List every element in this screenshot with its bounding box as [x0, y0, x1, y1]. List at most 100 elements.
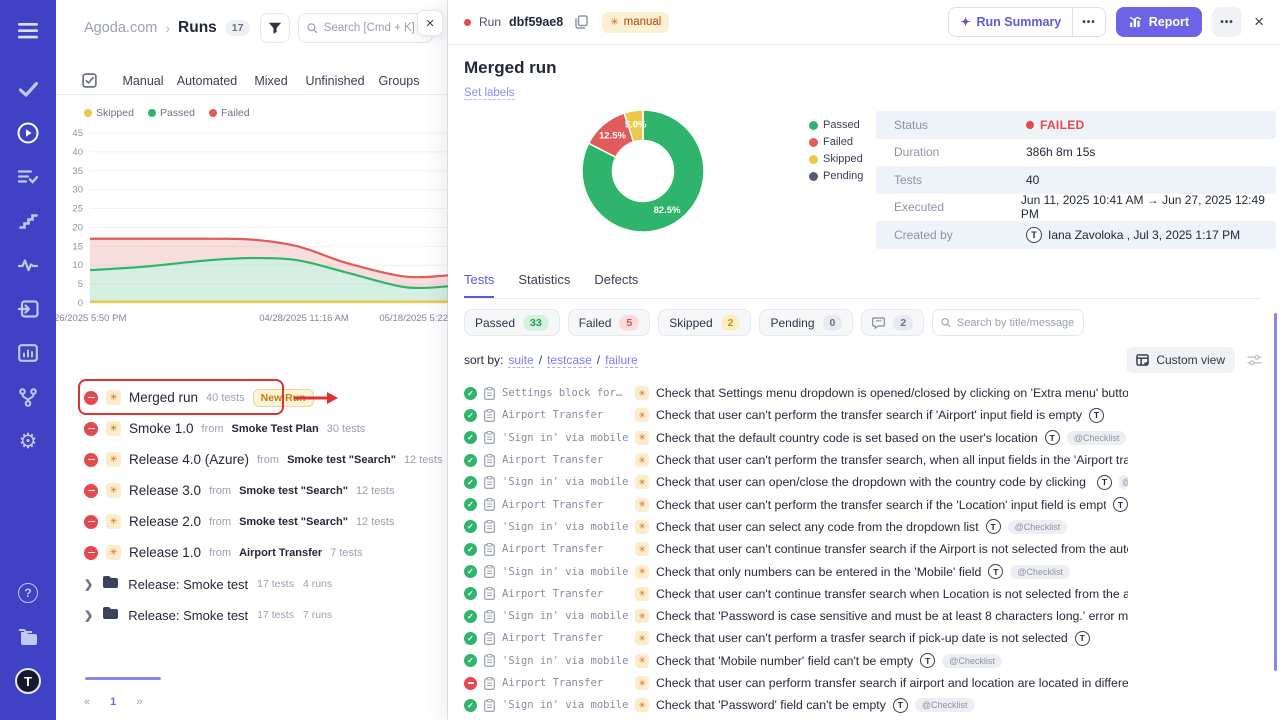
run-row[interactable]: ✳Release 4.0 (Azure)fromSmoke test "Sear…	[56, 444, 447, 475]
gear-icon[interactable]: ⚙	[11, 424, 45, 458]
folder-row[interactable]: ❯Release: Smoke test17 tests4 runs	[56, 569, 447, 599]
pagination-page-1[interactable]: 1	[110, 696, 116, 708]
folder-name: Release: Smoke test	[128, 577, 248, 592]
folder-runs-count: 7 runs	[303, 609, 332, 621]
copy-icon[interactable]	[575, 15, 588, 29]
drawer-close-button[interactable]: ×	[1254, 12, 1264, 32]
test-row[interactable]: ✓'Sign in' via mobile✳Check that user ca…	[464, 516, 1128, 538]
test-row[interactable]: ✓Airport Transfer✳Check that user can't …	[464, 538, 1128, 560]
test-row[interactable]: ✓Settings block for…✳Check that Settings…	[464, 382, 1128, 404]
test-row[interactable]: ✓'Sign in' via mobile✳Check that 'Mobile…	[464, 650, 1128, 672]
tab-groups[interactable]: Groups	[367, 74, 431, 88]
runs-search-input[interactable]	[324, 22, 424, 34]
tab-unfinished[interactable]: Unfinished	[303, 74, 367, 88]
steps-icon[interactable]	[11, 204, 45, 238]
view-settings-icon[interactable]	[1247, 354, 1262, 366]
set-labels-link[interactable]: Set labels	[464, 87, 515, 100]
branch-icon[interactable]	[11, 380, 45, 414]
run-name: Release 1.0	[129, 545, 201, 560]
test-title: Check that user can't continue transfer …	[656, 587, 1128, 601]
sort-option-suite[interactable]: suite	[508, 353, 533, 368]
test-row[interactable]: ✓Airport Transfer✳Check that user can't …	[464, 627, 1128, 649]
info-label: Tests	[876, 173, 1026, 187]
docs-icon[interactable]	[11, 620, 45, 654]
select-all-icon[interactable]	[82, 73, 97, 88]
check-icon[interactable]	[11, 72, 45, 106]
pagination-prev[interactable]: «	[84, 696, 90, 708]
tab-automated[interactable]: Automated	[175, 74, 239, 88]
pagination-next[interactable]: »	[136, 696, 142, 708]
runs-count-badge: 17	[225, 20, 251, 36]
clipboard-icon	[484, 409, 495, 422]
clipboard-icon	[484, 387, 495, 400]
test-suite-name: 'Sign in' via mobile	[502, 610, 628, 622]
folder-row[interactable]: ❯Release: Smoke test17 tests7 runs	[56, 600, 447, 630]
play-circle-icon[interactable]	[11, 116, 45, 150]
user-avatar[interactable]: T	[11, 664, 45, 698]
sort-option-testcase[interactable]: testcase	[547, 353, 592, 368]
filter-chip-failed[interactable]: Failed5	[568, 309, 651, 336]
clipboard-icon	[484, 610, 495, 623]
breadcrumb-project[interactable]: Agoda.com	[84, 20, 157, 36]
manual-icon: ✳	[610, 17, 618, 28]
tab-defects[interactable]: Defects	[594, 272, 638, 298]
run-row[interactable]: ✳Release 2.0fromSmoke test "Search"12 te…	[56, 506, 447, 537]
comment-icon	[872, 317, 885, 329]
reports-box-icon[interactable]	[11, 336, 45, 370]
run-source: Smoke test "Search"	[239, 485, 348, 497]
vertical-scrollbar[interactable]	[1274, 313, 1278, 671]
sort-option-failure[interactable]: failure	[605, 353, 638, 368]
test-row[interactable]: ✓'Sign in' via mobile✳Check that the def…	[464, 427, 1128, 449]
test-row[interactable]: ✓'Sign in' via mobile✳Check that only nu…	[464, 560, 1128, 582]
test-row[interactable]: ✓Airport Transfer✳Check that user can't …	[464, 493, 1128, 515]
test-row[interactable]: ✓'Sign in' via mobile✳Check that user ca…	[464, 471, 1128, 493]
run-row[interactable]: ✳Release 1.0fromAirport Transfer7 tests	[56, 537, 447, 568]
checklist-tag: @Checklist	[942, 654, 1002, 668]
drawer-more-button[interactable]: •••	[1212, 7, 1242, 37]
activity-icon[interactable]	[11, 248, 45, 282]
menu-icon[interactable]	[11, 14, 45, 48]
svg-text:82.5%: 82.5%	[654, 205, 681, 216]
tab-statistics[interactable]: Statistics	[518, 272, 570, 298]
tab-mixed[interactable]: Mixed	[239, 74, 303, 88]
svg-text:40: 40	[72, 147, 83, 158]
test-status-passed-icon: ✓	[464, 387, 477, 400]
run-row[interactable]: ✳Smoke 1.0fromSmoke Test Plan30 tests	[56, 413, 447, 444]
filter-chip-pending[interactable]: Pending0	[759, 309, 853, 336]
comments-filter-chip[interactable]: 2	[861, 309, 924, 336]
test-row[interactable]: ✓Airport Transfer✳Check that user can't …	[464, 449, 1128, 471]
run-name: Release 2.0	[129, 514, 201, 529]
tab-manual[interactable]: Manual	[111, 74, 175, 88]
run-row[interactable]: ✳Release 3.0fromSmoke test "Search"12 te…	[56, 475, 447, 506]
tests-search-input[interactable]	[957, 317, 1075, 329]
filter-chip-skipped[interactable]: Skipped2	[658, 309, 751, 336]
runs-box-icon[interactable]	[11, 292, 45, 326]
test-suite-name: 'Sign in' via mobile	[502, 432, 628, 444]
failed-dot	[1026, 121, 1034, 129]
help-icon[interactable]: ?	[11, 576, 45, 610]
report-button[interactable]: Report	[1116, 7, 1202, 37]
pagination: « 1 »	[84, 696, 142, 708]
tab-tests[interactable]: Tests	[464, 272, 494, 298]
filter-button[interactable]	[260, 13, 290, 43]
custom-view-button[interactable]: Custom view	[1126, 347, 1235, 373]
filter-chip-passed[interactable]: Passed33	[464, 309, 560, 336]
run-title: Merged run	[464, 58, 1262, 78]
runs-panel-close-button[interactable]: ×	[417, 10, 443, 36]
run-summary-more-button[interactable]: •••	[1072, 8, 1105, 36]
test-row[interactable]: ✓'Sign in' via mobile✳Check that 'Mobile…	[464, 716, 1128, 720]
test-row[interactable]: Airport Transfer✳Check that user can per…	[464, 672, 1128, 694]
run-row[interactable]: ✳Merged run40 testsNew Run	[56, 382, 447, 413]
test-row[interactable]: ✓Airport Transfer✳Check that user can't …	[464, 404, 1128, 426]
test-row[interactable]: ✓'Sign in' via mobile✳Check that 'Passwo…	[464, 694, 1128, 716]
runs-search[interactable]	[298, 13, 433, 43]
test-list-icon[interactable]	[11, 160, 45, 194]
test-row[interactable]: ✓'Sign in' via mobile✳Check that 'Passwo…	[464, 605, 1128, 627]
test-row[interactable]: ✓Airport Transfer✳Check that user can't …	[464, 583, 1128, 605]
horizontal-scrollbar[interactable]	[85, 677, 161, 680]
run-tests-count: 40 tests	[206, 392, 245, 404]
test-status-passed-icon: ✓	[464, 520, 477, 533]
tests-search[interactable]	[932, 309, 1084, 336]
run-summary-button[interactable]: ✦ Run Summary	[949, 8, 1072, 36]
info-value: TIana Zavoloka , Jul 3, 2025 1:17 PM	[1026, 227, 1240, 243]
